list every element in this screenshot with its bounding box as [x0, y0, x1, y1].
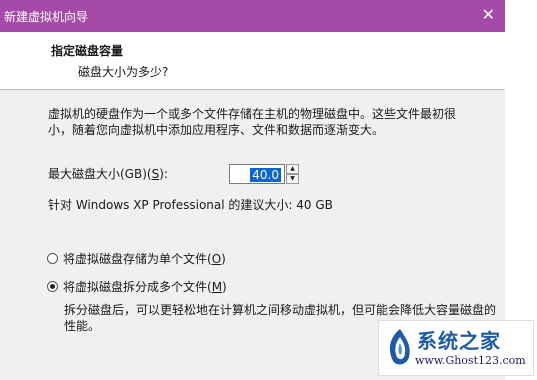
- max-disk-size-label-suffix: ):: [159, 167, 168, 181]
- swirl-logo-icon: [389, 329, 410, 365]
- radio-single-file-label-prefix: 将虚拟磁盘存储为单个文件(: [63, 252, 212, 266]
- decrement-button[interactable]: ▼: [286, 174, 299, 184]
- increment-button[interactable]: ▲: [286, 164, 299, 174]
- disk-size-value: 40.0: [250, 168, 281, 182]
- disk-description: 虚拟机的硬盘作为一个或多个文件存储在主机的物理磁盘中。这些文件最初很小，随着您向…: [48, 107, 457, 137]
- page-heading: 指定磁盘容量: [51, 44, 124, 58]
- max-disk-size-label: 最大磁盘大小(GB)(S):: [48, 165, 168, 182]
- disk-size-input[interactable]: 40.0: [229, 164, 285, 184]
- radio-single-file[interactable]: 将虚拟磁盘存储为单个文件(O): [47, 250, 226, 267]
- chevron-down-icon: ▼: [290, 175, 295, 182]
- watermark-brand: 系统之家: [417, 329, 501, 353]
- stepper-buttons: ▲ ▼: [286, 164, 299, 184]
- page-subheading: 磁盘大小为多少?: [78, 65, 169, 79]
- radio-single-file-indicator[interactable]: [47, 253, 58, 264]
- chevron-up-icon: ▲: [290, 165, 295, 172]
- radio-multiple-files[interactable]: 将虚拟磁盘拆分成多个文件(M): [47, 278, 227, 295]
- recommended-size-text: 针对 Windows XP Professional 的建议大小: 40 GB: [48, 198, 333, 212]
- window-title: 新建虚拟机向导: [4, 10, 89, 24]
- radio-single-file-label: 将虚拟磁盘存储为单个文件(O): [63, 250, 226, 267]
- watermark-url: www.Ghost123.com: [415, 354, 526, 367]
- radio-multiple-files-indicator[interactable]: [47, 281, 58, 292]
- radio-single-file-accelerator: O: [211, 252, 222, 266]
- disk-size-stepper[interactable]: 40.0 ▲ ▼: [229, 164, 299, 184]
- header-divider: [0, 89, 505, 90]
- wizard-header: 指定磁盘容量 磁盘大小为多少?: [0, 32, 505, 89]
- radio-single-file-label-suffix: ): [221, 252, 226, 266]
- radio-multiple-files-label-prefix: 将虚拟磁盘拆分成多个文件(: [63, 280, 212, 294]
- radio-multiple-files-label-suffix: ): [222, 280, 227, 294]
- close-icon[interactable]: ✕: [482, 6, 495, 24]
- watermark-logo: 系统之家 www.Ghost123.com: [378, 320, 534, 376]
- title-bar: 新建虚拟机向导 ✕: [0, 0, 505, 32]
- max-disk-size-label-prefix: 最大磁盘大小(GB)(: [48, 167, 152, 181]
- radio-multiple-files-label: 将虚拟磁盘拆分成多个文件(M): [63, 278, 227, 295]
- radio-multiple-files-accelerator: M: [211, 280, 223, 294]
